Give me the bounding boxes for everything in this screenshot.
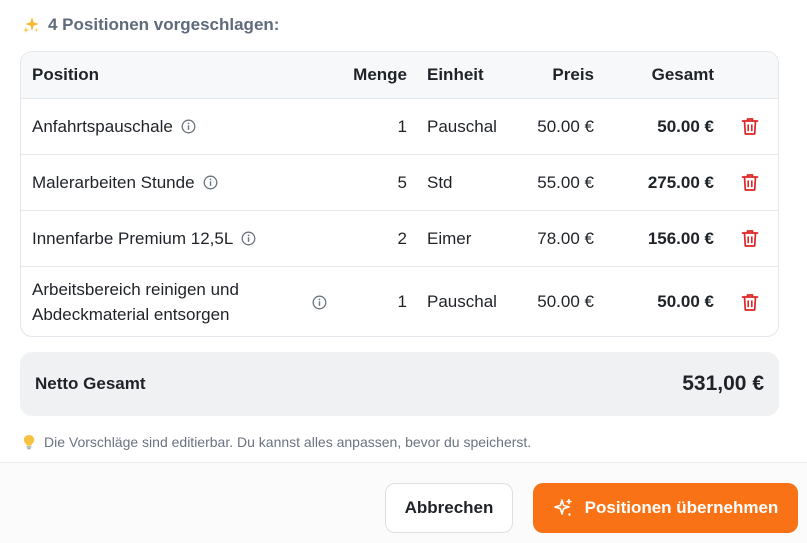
lightbulb-icon — [22, 434, 36, 450]
menge-cell[interactable]: 5 — [341, 155, 407, 210]
net-total-label: Netto Gesamt — [35, 374, 146, 393]
menge-cell[interactable]: 2 — [341, 211, 407, 266]
position-cell: Innenfarbe Premium 12,5L — [32, 211, 332, 266]
delete-button[interactable] — [738, 211, 762, 266]
suggestions-header: 4 Positionen vorgeschlagen: — [22, 14, 279, 36]
einheit-cell[interactable]: Eimer — [427, 211, 517, 266]
einheit-cell[interactable]: Pauschal — [427, 99, 517, 154]
net-total: Netto Gesamt 531,00 € — [20, 352, 779, 416]
position-cell: Malerarbeiten Stunde — [32, 155, 332, 210]
gesamt-cell: 275.00 € — [647, 172, 714, 192]
position-cell: Anfahrtspauschale — [32, 99, 332, 154]
column-header-gesamt: Gesamt — [651, 65, 714, 84]
trash-icon — [741, 230, 759, 247]
suggestions-title: 4 Positionen vorgeschlagen: — [48, 15, 280, 34]
preis-cell[interactable]: 55.00 € — [521, 155, 594, 210]
column-header-menge: Menge — [353, 65, 407, 84]
table-row: Malerarbeiten Stunde 5 Std 55.00 € 275.0… — [21, 155, 778, 211]
sparkles-icon — [22, 16, 40, 34]
preis-cell[interactable]: 50.00 € — [521, 267, 594, 336]
info-icon[interactable] — [312, 295, 327, 310]
info-icon[interactable] — [241, 231, 256, 246]
trash-icon — [741, 293, 759, 311]
gesamt-cell: 50.00 € — [657, 116, 714, 136]
cancel-button[interactable]: Abbrechen — [385, 483, 513, 533]
position-name: Innenfarbe Premium 12,5L — [32, 228, 234, 248]
einheit-cell[interactable]: Std — [427, 155, 517, 210]
info-icon[interactable] — [203, 175, 218, 190]
delete-button[interactable] — [738, 155, 762, 210]
apply-positions-button[interactable]: Positionen übernehmen — [533, 483, 798, 533]
table-header-row: Position Menge Einheit Preis Gesamt — [21, 52, 778, 99]
gesamt-cell: 50.00 € — [657, 292, 714, 311]
column-header-preis: Preis — [552, 65, 594, 84]
column-header-position: Position — [32, 65, 100, 84]
sparkles-icon — [553, 498, 573, 518]
position-name: Malerarbeiten Stunde — [32, 172, 195, 192]
positions-table: Position Menge Einheit Preis Gesamt Anfa… — [20, 51, 779, 337]
position-name: Arbeitsbereich reinigen und Abdeckmateri… — [32, 277, 239, 327]
einheit-cell[interactable]: Pauschal — [427, 267, 517, 336]
table-row: Innenfarbe Premium 12,5L 2 Eimer 78.00 €… — [21, 211, 778, 267]
net-total-value: 531,00 € — [682, 372, 764, 395]
edit-hint: Die Vorschläge sind editierbar. Du kanns… — [22, 432, 531, 452]
trash-icon — [741, 174, 759, 191]
edit-hint-text: Die Vorschläge sind editierbar. Du kanns… — [44, 434, 532, 450]
info-cell — [312, 267, 327, 336]
info-icon[interactable] — [181, 119, 196, 134]
menge-cell[interactable]: 1 — [341, 99, 407, 154]
position-cell: Arbeitsbereich reinigen und Abdeckmateri… — [32, 267, 332, 336]
gesamt-cell: 156.00 € — [647, 228, 714, 248]
delete-button[interactable] — [738, 99, 762, 154]
table-row: Arbeitsbereich reinigen und Abdeckmateri… — [21, 267, 778, 336]
trash-icon — [741, 118, 759, 135]
apply-positions-label: Positionen übernehmen — [584, 498, 779, 517]
preis-cell[interactable]: 50.00 € — [521, 99, 594, 154]
column-header-einheit: Einheit — [427, 65, 484, 84]
position-name: Anfahrtspauschale — [32, 116, 173, 136]
delete-button[interactable] — [738, 267, 762, 336]
position-name-line: Abdeckmaterial entsorgen — [32, 305, 230, 324]
table-row: Anfahrtspauschale 1 Pauschal 50.00 € 50.… — [21, 99, 778, 155]
preis-cell[interactable]: 78.00 € — [521, 211, 594, 266]
menge-cell[interactable]: 1 — [341, 267, 407, 336]
position-name-line: Arbeitsbereich reinigen und — [32, 280, 239, 299]
